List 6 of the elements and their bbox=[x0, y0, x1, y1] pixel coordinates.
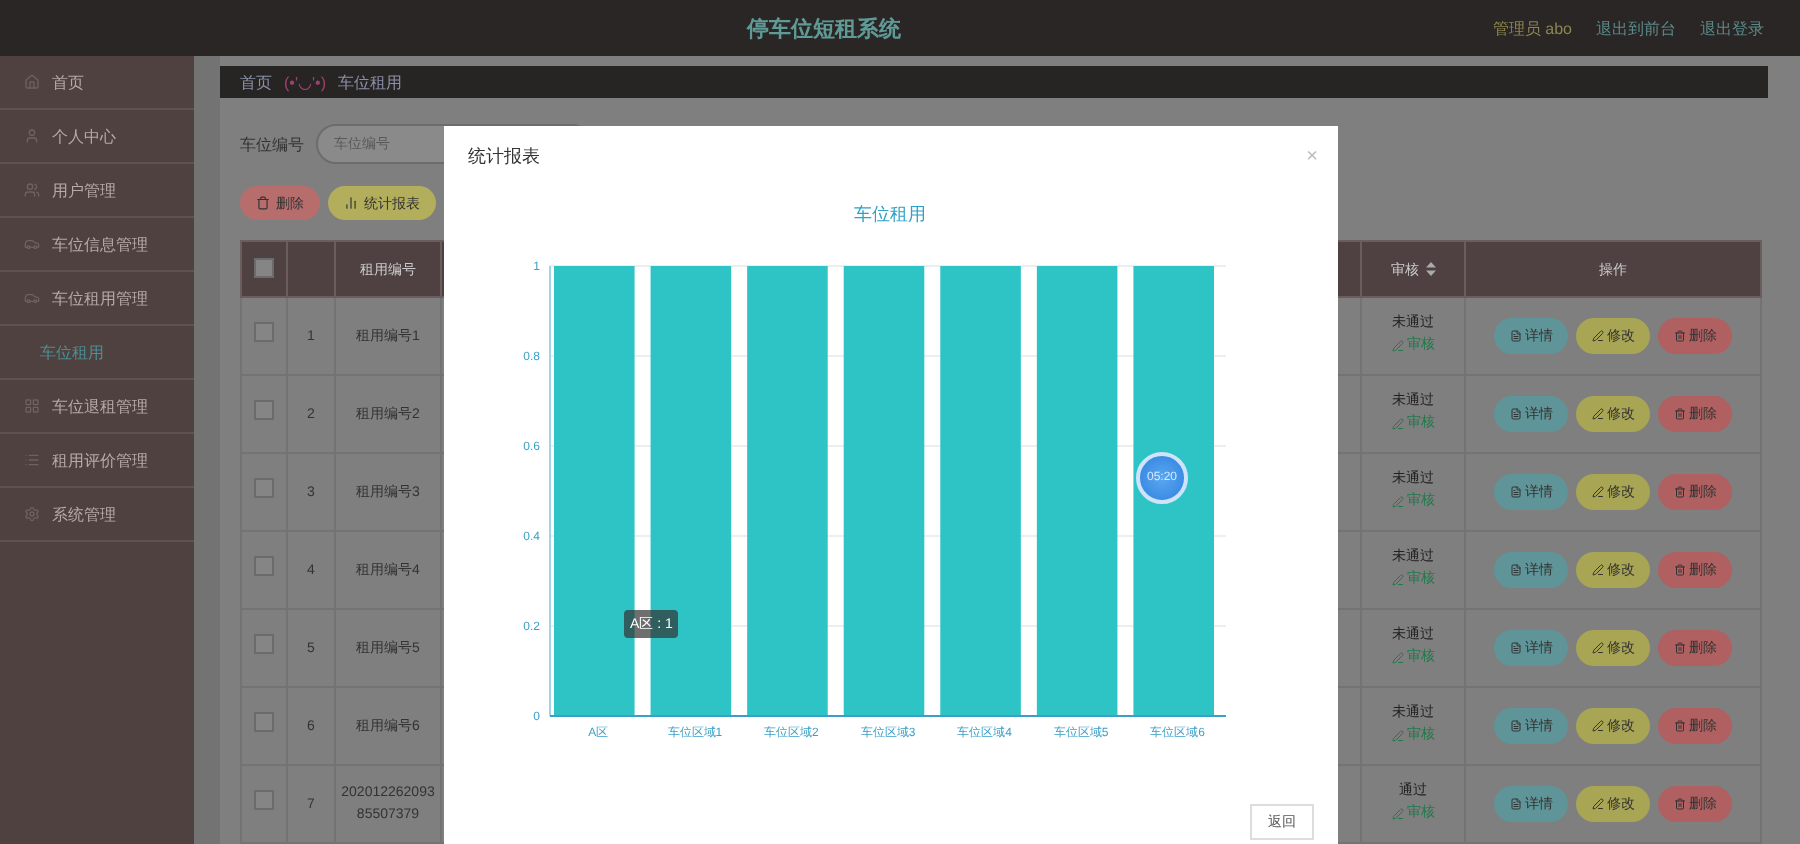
emoticon: (•'◡'•) bbox=[284, 73, 326, 91]
chart-title: 车位租用 bbox=[854, 204, 926, 224]
user-label: 管理员 abo bbox=[1492, 17, 1572, 39]
dialog-title: 统计报表 bbox=[468, 143, 540, 169]
search-label: 车位编号 bbox=[240, 133, 304, 155]
app-title: 停车位短租系统 bbox=[744, 15, 904, 43]
